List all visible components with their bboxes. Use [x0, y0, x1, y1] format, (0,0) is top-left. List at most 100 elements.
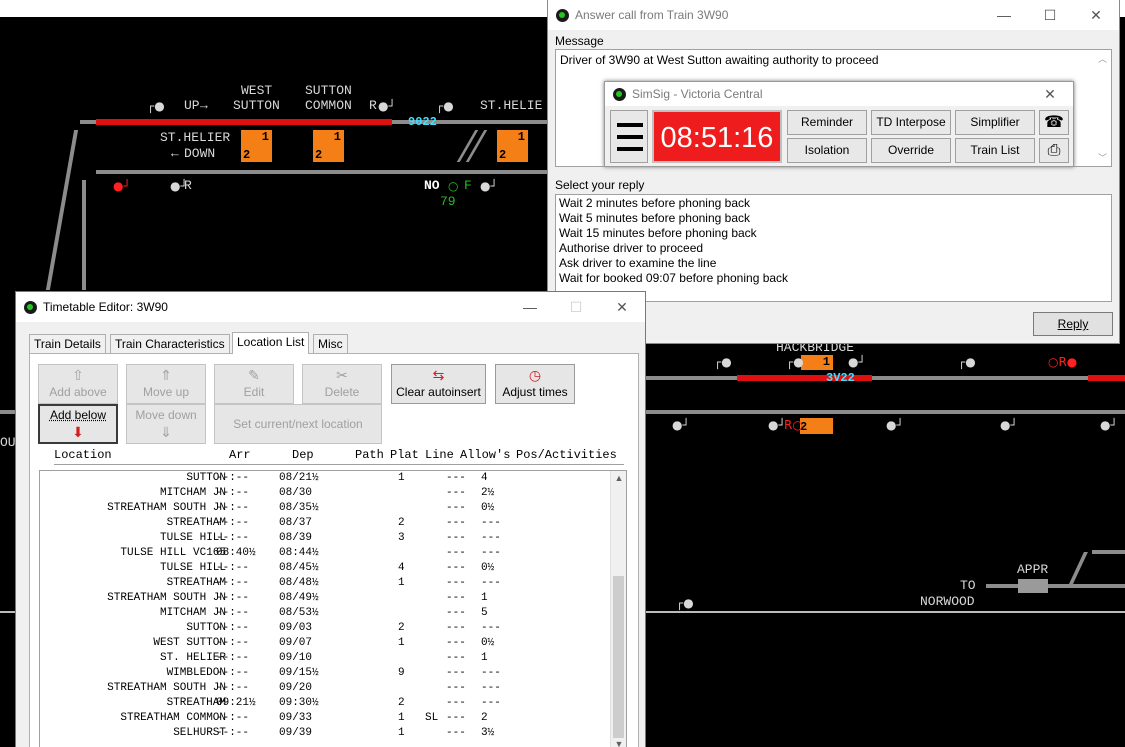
vertical-scrollbar[interactable]: ▲ ▼	[610, 471, 626, 747]
cell-allow: ---	[446, 592, 466, 604]
maximize-icon[interactable]: ☐	[1027, 0, 1073, 30]
arrow-right-icon: →	[200, 98, 208, 113]
signal-icon[interactable]: ┌●	[714, 355, 732, 369]
location-row[interactable]: ST. HELIER --:-- 09/10 --- 1	[40, 651, 626, 666]
scroll-up-icon[interactable]: ▲	[611, 473, 626, 483]
close-icon[interactable]: ✕	[1027, 82, 1073, 106]
signal-icon[interactable]: ●┘	[672, 418, 690, 432]
col-dep[interactable]: Dep	[292, 448, 314, 462]
signal-red-icon[interactable]: ○R●	[1048, 355, 1077, 369]
tab-misc[interactable]: Misc	[313, 334, 348, 354]
close-icon[interactable]: ✕	[1073, 0, 1119, 30]
location-row[interactable]: STREATHAM SOUTH JN --:-- 08/49½ --- 1	[40, 591, 626, 606]
reply-option[interactable]: Wait 2 minutes before phoning back	[556, 196, 1111, 211]
label-appr: APPR	[1017, 562, 1049, 577]
location-row[interactable]: STREATHAM 09:21½ 09:30½ 2 --- ---	[40, 696, 626, 711]
train-berth[interactable]: 1 2	[497, 130, 528, 162]
signal-icon[interactable]: ┌●	[436, 99, 454, 113]
location-row[interactable]: TULSE HILL --:-- 08/45½ 4 --- 0½	[40, 561, 626, 576]
signal-icon[interactable]: ●┘	[1000, 418, 1018, 432]
close-icon[interactable]: ✕	[599, 292, 645, 322]
clear-autoinsert-button[interactable]: ⇆ Clear autoinsert	[391, 364, 486, 404]
phone-icon[interactable]: ☎	[1039, 110, 1069, 135]
location-row[interactable]: SELHURST --:-- 09/39 1 --- 3½	[40, 726, 626, 741]
signal-icon[interactable]: ┌●	[958, 355, 976, 369]
list-header: Location Arr Dep Path Plat Line Allow's …	[54, 448, 629, 464]
location-row[interactable]: WIMBLEDON --:-- 09/15½ 9 --- ---	[40, 666, 626, 681]
signal-icon[interactable]: ●┘	[1100, 418, 1118, 432]
scroll-up-icon[interactable]: ︿	[1098, 52, 1107, 65]
signal-icon[interactable]: ●┘	[886, 418, 904, 432]
td-number[interactable]: 9022	[408, 115, 437, 129]
location-row[interactable]: WEST SUTTON --:-- 09/07 1 --- 0½	[40, 636, 626, 651]
minimize-icon[interactable]: —	[981, 0, 1027, 30]
train-berth[interactable]: 1	[801, 355, 833, 370]
scroll-down-icon[interactable]: ﹀	[1098, 151, 1107, 164]
tab-location-list[interactable]: Location List	[232, 332, 310, 354]
train-berth[interactable]: 2	[800, 418, 833, 434]
location-row[interactable]: TULSE HILL VC165 08:40½ 08:44½ --- ---	[40, 546, 626, 561]
signal-icon[interactable]: ●┘	[848, 355, 866, 369]
signal-icon[interactable]: ┌●	[147, 99, 165, 113]
cell-arr: --:--	[216, 532, 250, 544]
location-row[interactable]: STREATHAM SOUTH JN --:-- 08/35½ --- 0½	[40, 501, 626, 516]
col-plat[interactable]: Plat	[390, 448, 419, 462]
location-row[interactable]: SUTTON --:-- 08/21½ 1 --- 4	[40, 471, 626, 486]
col-line[interactable]: Line	[425, 448, 454, 462]
location-row[interactable]: MITCHAM JN --:-- 08/53½ --- 5	[40, 606, 626, 621]
isolation-button[interactable]: Isolation	[787, 138, 867, 163]
col-location[interactable]: Location	[54, 448, 112, 462]
location-row[interactable]: SUTTON --:-- 09/03 2 --- ---	[40, 621, 626, 636]
adjust-times-button[interactable]: ◷ Adjust times	[495, 364, 575, 404]
cell-pos: 1	[481, 592, 488, 604]
cell-arr: --:--	[216, 727, 250, 739]
cell-arr: --:--	[216, 682, 250, 694]
tab-train-characteristics[interactable]: Train Characteristics	[110, 334, 230, 354]
location-list[interactable]: SUTTON --:-- 08/21½ 1 --- 4 MITCHAM JN --:-- 08/…	[39, 470, 627, 747]
menu-icon[interactable]	[610, 110, 648, 163]
minimize-icon[interactable]: —	[507, 292, 553, 322]
location-row[interactable]: STREATHAM --:-- 08/37 2 --- ---	[40, 516, 626, 531]
reply-option[interactable]: Wait 5 minutes before phoning back	[556, 211, 1111, 226]
reply-list[interactable]: Wait 2 minutes before phoning back Wait …	[555, 194, 1112, 302]
scroll-thumb[interactable]	[613, 576, 624, 738]
location-row[interactable]: STREATHAM COMMON --:-- 09/33 1 SL --- 2	[40, 711, 626, 726]
cell-dep: 08/53½	[279, 607, 319, 619]
signal-icon[interactable]: ●┘	[378, 99, 396, 113]
signal-r-label: R	[369, 98, 377, 113]
reply-button[interactable]: Reply	[1033, 312, 1113, 336]
signal-red-icon[interactable]: ●┘	[113, 179, 131, 193]
col-path[interactable]: Path	[355, 448, 384, 462]
location-row[interactable]: TULSE HILL --:-- 08/39 3 --- ---	[40, 531, 626, 546]
override-button[interactable]: Override	[871, 138, 951, 163]
signal-icon[interactable]: ┌●	[676, 596, 694, 610]
location-row[interactable]: STREATHAM --:-- 08/48½ 1 --- ---	[40, 576, 626, 591]
col-allows[interactable]: Allow's	[460, 448, 510, 462]
td-interpose-button[interactable]: TD Interpose	[871, 110, 951, 135]
signal-icon[interactable]: ┌●	[786, 355, 804, 369]
reminder-button[interactable]: Reminder	[787, 110, 867, 135]
simplifier-button[interactable]: Simplifier	[955, 110, 1035, 135]
train-berth[interactable]: 1 2	[313, 130, 344, 162]
scroll-down-icon[interactable]: ▼	[611, 739, 626, 747]
track-segment	[0, 410, 15, 414]
add-below-button[interactable]: Add below ⬇	[38, 404, 118, 444]
reply-option[interactable]: Authorise driver to proceed	[556, 241, 1111, 256]
train-berth[interactable]: 1 2	[241, 130, 272, 162]
location-row[interactable]: STREATHAM SOUTH JN --:-- 09/20 --- ---	[40, 681, 626, 696]
signal-icon[interactable]: ●┘	[170, 179, 188, 193]
signal-red-icon[interactable]: R○	[784, 418, 803, 432]
tab-train-details[interactable]: Train Details	[29, 334, 106, 354]
printer-icon[interactable]: ⎙	[1039, 138, 1069, 163]
reply-option[interactable]: Ask driver to examine the line	[556, 256, 1111, 271]
signal-icon[interactable]: ●┘	[480, 179, 498, 193]
td-number[interactable]: 3V22	[826, 371, 855, 385]
label-to: TO	[960, 578, 976, 593]
reply-option[interactable]: Wait 15 minutes before phoning back	[556, 226, 1111, 241]
col-arr[interactable]: Arr	[229, 448, 251, 462]
cell-allow: ---	[446, 682, 466, 694]
col-pos[interactable]: Pos/Activities	[516, 448, 617, 462]
location-row[interactable]: MITCHAM JN --:-- 08/30 --- 2½	[40, 486, 626, 501]
reply-option[interactable]: Wait for booked 09:07 before phoning bac…	[556, 271, 1111, 286]
train-list-button[interactable]: Train List	[955, 138, 1035, 163]
